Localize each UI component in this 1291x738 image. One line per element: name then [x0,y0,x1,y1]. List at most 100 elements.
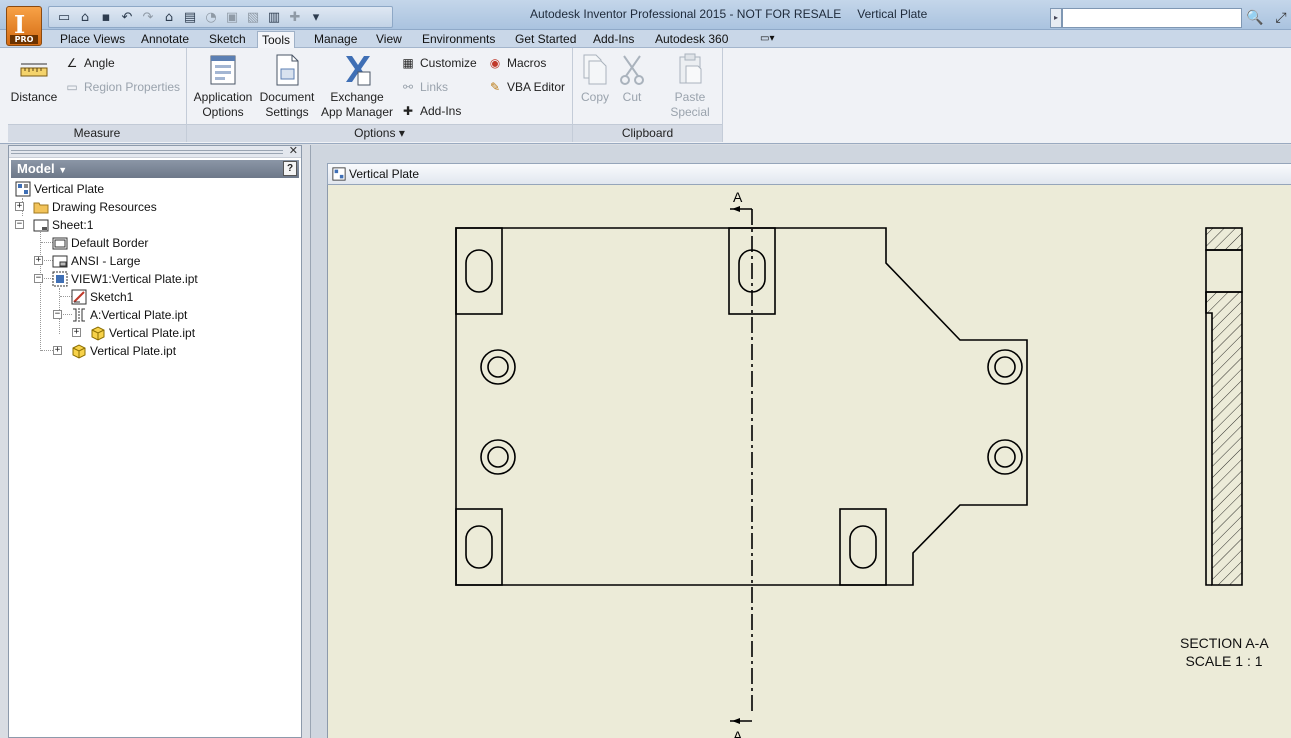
tree-node-ansi-large[interactable]: ANSI - Large [52,252,140,270]
application-options-button[interactable]: Application Options [190,52,256,120]
tree-node-sketch1[interactable]: Sketch1 [71,288,133,306]
expand-toggle[interactable]: + [53,346,62,355]
copy-icon [583,54,607,85]
expand-toggle[interactable]: + [72,328,81,337]
quick-access-toolbar: ▭ ⌂ ▪ ↶ ↷ ⌂ ▤ ◔ ▣ ▧ ▥ ✚ ▾ [48,6,393,28]
tree-node-sheet-1[interactable]: Sheet:1 [33,216,93,234]
options-label: Options [354,126,396,140]
region-properties-icon: ▭ [66,80,78,94]
sketch-icon [71,289,87,305]
tree-node-view1[interactable]: VIEW1:Vertical Plate.ipt [52,270,198,288]
tree-label: Sketch1 [90,290,134,304]
cut-button[interactable]: Cut [615,52,649,105]
properties-icon[interactable]: ▣ [223,9,241,25]
tab-get-started[interactable]: Get Started [511,31,580,48]
browser-title: Model [17,161,55,176]
document-settings-button[interactable]: Document Settings [257,52,317,120]
slot-top-left [465,249,493,293]
customize-qat-icon[interactable]: ▾ [307,9,325,25]
customize-button[interactable]: ▦ Customize [400,54,476,72]
measure-quick-icon[interactable]: ▧ [244,9,262,25]
tab-tools[interactable]: Tools [257,31,296,48]
macros-button[interactable]: ◉ Macros [487,54,547,72]
section-view-icon [73,308,85,322]
tab-environments[interactable]: Environments [418,31,499,48]
redo-icon[interactable]: ↷ [139,9,157,25]
tree-node-vertical-plate[interactable]: Vertical Plate [15,180,104,198]
document-tab[interactable]: Vertical Plate [327,163,1291,185]
tree-line [40,225,41,351]
help-search-input[interactable] [1062,8,1242,28]
browser-grip[interactable]: ✕ [9,144,301,158]
paste-special-button[interactable]: Paste Special [661,52,719,120]
collapse-toggle[interactable]: − [15,220,24,229]
tab-add-ins[interactable]: Add-Ins [589,31,638,48]
tab-place-views[interactable]: Place Views [56,31,129,48]
edition-badge: PRO [10,35,38,44]
expand-toggle[interactable]: + [15,202,24,211]
panel-label-clipboard: Clipboard [573,124,722,142]
tree-label: Sheet:1 [52,218,94,232]
macros-label: Macros [507,56,547,70]
exchange-app-manager-button[interactable]: Exchange App Manager [319,52,395,120]
region-properties-button[interactable]: ▭ Region Properties [64,78,180,96]
help-tools-icon[interactable]: ⤢ [1271,8,1291,28]
browser-help-icon[interactable]: ? [283,161,297,176]
tab-autodesk-360[interactable]: Autodesk 360 [651,31,732,48]
drawing-canvas: A A [455,189,1243,738]
close-browser-icon[interactable]: ✕ [289,144,298,157]
binoculars-icon[interactable]: 🔍 [1245,8,1265,28]
tab-manage[interactable]: Manage [310,31,361,48]
home-icon[interactable]: ⌂ [160,9,178,25]
tree-label: VIEW1:Vertical Plate.ipt [71,272,198,286]
browser-header: Model ▼ ? [11,160,299,178]
cut-label: Cut [622,90,642,104]
grip-lines [11,150,283,154]
border-icon [52,237,68,250]
paste-icon [679,53,702,84]
tree-label: Drawing Resources [52,200,157,214]
save-icon[interactable]: ▪ [97,9,115,25]
add-ins-button[interactable]: ✚ Add-Ins [400,102,461,120]
tab-annotate[interactable]: Annotate [137,31,193,48]
pad-top-left [455,227,503,315]
search-expand-arrow[interactable]: ▸ [1050,8,1062,28]
copy-button[interactable]: Copy [575,52,615,105]
collapse-toggle[interactable]: − [34,274,43,283]
tree-node-drawing-resources[interactable]: Drawing Resources [33,198,157,216]
vba-editor-icon: ✎ [489,80,501,94]
panel-label-options[interactable]: Options ▾ [187,124,572,142]
angle-label: Angle [84,56,115,70]
pane-splitter[interactable] [302,145,310,738]
undo-icon[interactable]: ↶ [118,9,136,25]
ribbon-display-toggle[interactable]: ▭▾ [756,31,778,48]
browser-title-dropdown[interactable]: Model ▼ [17,161,67,176]
print-icon[interactable]: ▤ [181,9,199,25]
update-icon[interactable]: ◔ [202,9,220,25]
vba-editor-label: VBA Editor [507,80,566,94]
application-menu-button[interactable]: I PRO [6,6,42,46]
drawing-sheet[interactable]: A A SECTION A-A SCALE 1 : 1 [327,185,1291,738]
tree-node-part-nested[interactable]: Vertical Plate.ipt [90,324,195,342]
plus-icon[interactable]: ✚ [286,9,304,25]
angle-button[interactable]: ∠ Angle [64,54,115,72]
design-doctor-icon[interactable]: ▥ [265,9,283,25]
distance-button[interactable]: Distance [10,52,58,105]
model-browser: ✕ Model ▼ ? Vertical Plate + Drawing Res… [8,144,302,738]
expand-toggle[interactable]: + [34,256,43,265]
tree-node-default-border[interactable]: Default Border [52,234,148,252]
drawing-icon [332,167,346,181]
tree-node-section-a[interactable]: A:Vertical Plate.ipt [71,306,187,324]
vba-editor-button[interactable]: ✎ VBA Editor [487,78,565,96]
tree-node-part[interactable]: Vertical Plate.ipt [71,342,176,360]
sheet-icon [33,219,49,232]
new-icon[interactable]: ▭ [55,9,73,25]
tab-view[interactable]: View [372,31,406,48]
title-bar: ▭ ⌂ ▪ ↶ ↷ ⌂ ▤ ◔ ▣ ▧ ▥ ✚ ▾ Autodesk Inven… [0,0,1291,30]
paste-special-label-1: Paste [674,90,706,104]
open-icon[interactable]: ⌂ [76,9,94,25]
collapse-toggle[interactable]: − [53,310,62,319]
links-button[interactable]: ⚯ Links [400,78,448,96]
tab-sketch[interactable]: Sketch [205,31,250,48]
exchange-label-2: App Manager [320,105,394,119]
